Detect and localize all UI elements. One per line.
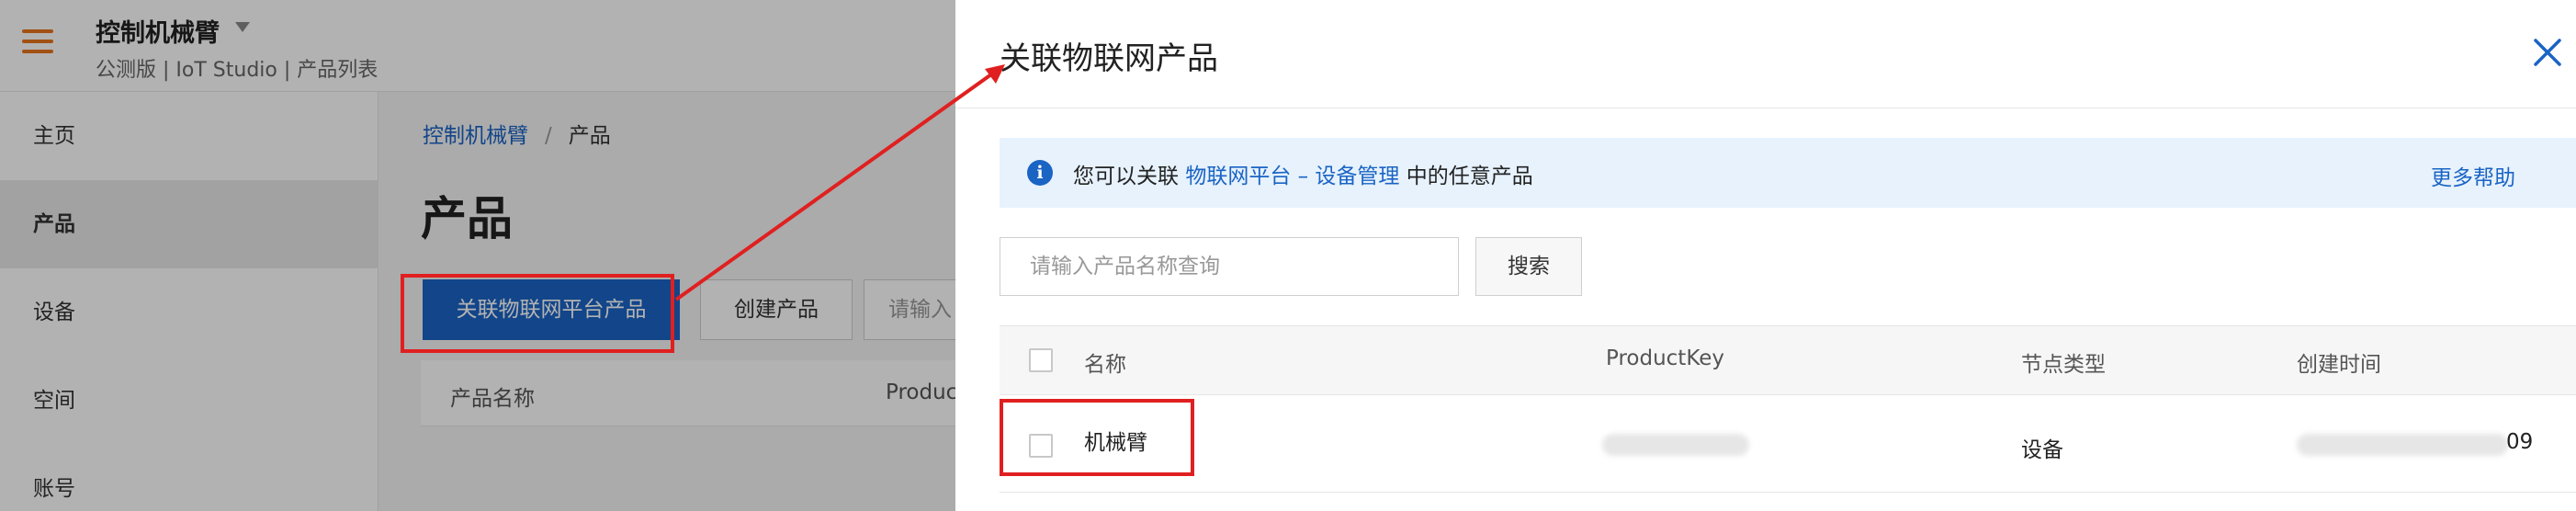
info-icon: i [1027,160,1053,186]
column-header-created-time: 创建时间 [2297,353,2381,377]
node-type-cell: 设备 [2021,438,2063,462]
link-product-drawer: 关联物联网产品 i 您可以关联 物联网平台 – 设备管理 中的任意产品 更多帮助… [955,0,2576,511]
drawer-title: 关联物联网产品 [1000,40,1218,77]
notice-text: 您可以关联 物联网平台 – 设备管理 中的任意产品 [1073,158,1533,189]
created-time-cell-suffix: 09 [2506,430,2534,454]
notice-text-prefix: 您可以关联 [1073,165,1179,188]
created-time-cell-redacted [2297,434,2508,456]
table-header: 名称 ProductKey 节点类型 创建时间 [1000,325,2576,395]
more-help-link[interactable]: 更多帮助 [2431,160,2515,191]
column-header-product-key: ProductKey [1606,346,1725,370]
modal-overlay[interactable] [0,0,955,511]
close-icon[interactable] [2532,37,2563,68]
device-management-link[interactable]: 物联网平台 – 设备管理 [1185,165,1399,188]
search-button[interactable]: 搜索 [1475,237,1582,296]
notice-text-suffix: 中的任意产品 [1406,165,1533,188]
column-header-node-type: 节点类型 [2021,353,2106,377]
column-header-name: 名称 [1084,353,1126,377]
info-notice: i 您可以关联 物联网平台 – 设备管理 中的任意产品 更多帮助 [1000,138,2576,208]
product-name-search-input[interactable] [1000,237,1459,296]
annotation-highlight-product-row [1000,399,1194,476]
annotation-highlight-link-button [401,274,674,353]
table-row[interactable]: 机械臂 设备 09 [1000,395,2576,493]
product-key-cell-redacted [1602,434,1749,456]
drawer-header: 关联物联网产品 [955,0,2576,108]
select-all-checkbox[interactable] [1029,348,1053,372]
